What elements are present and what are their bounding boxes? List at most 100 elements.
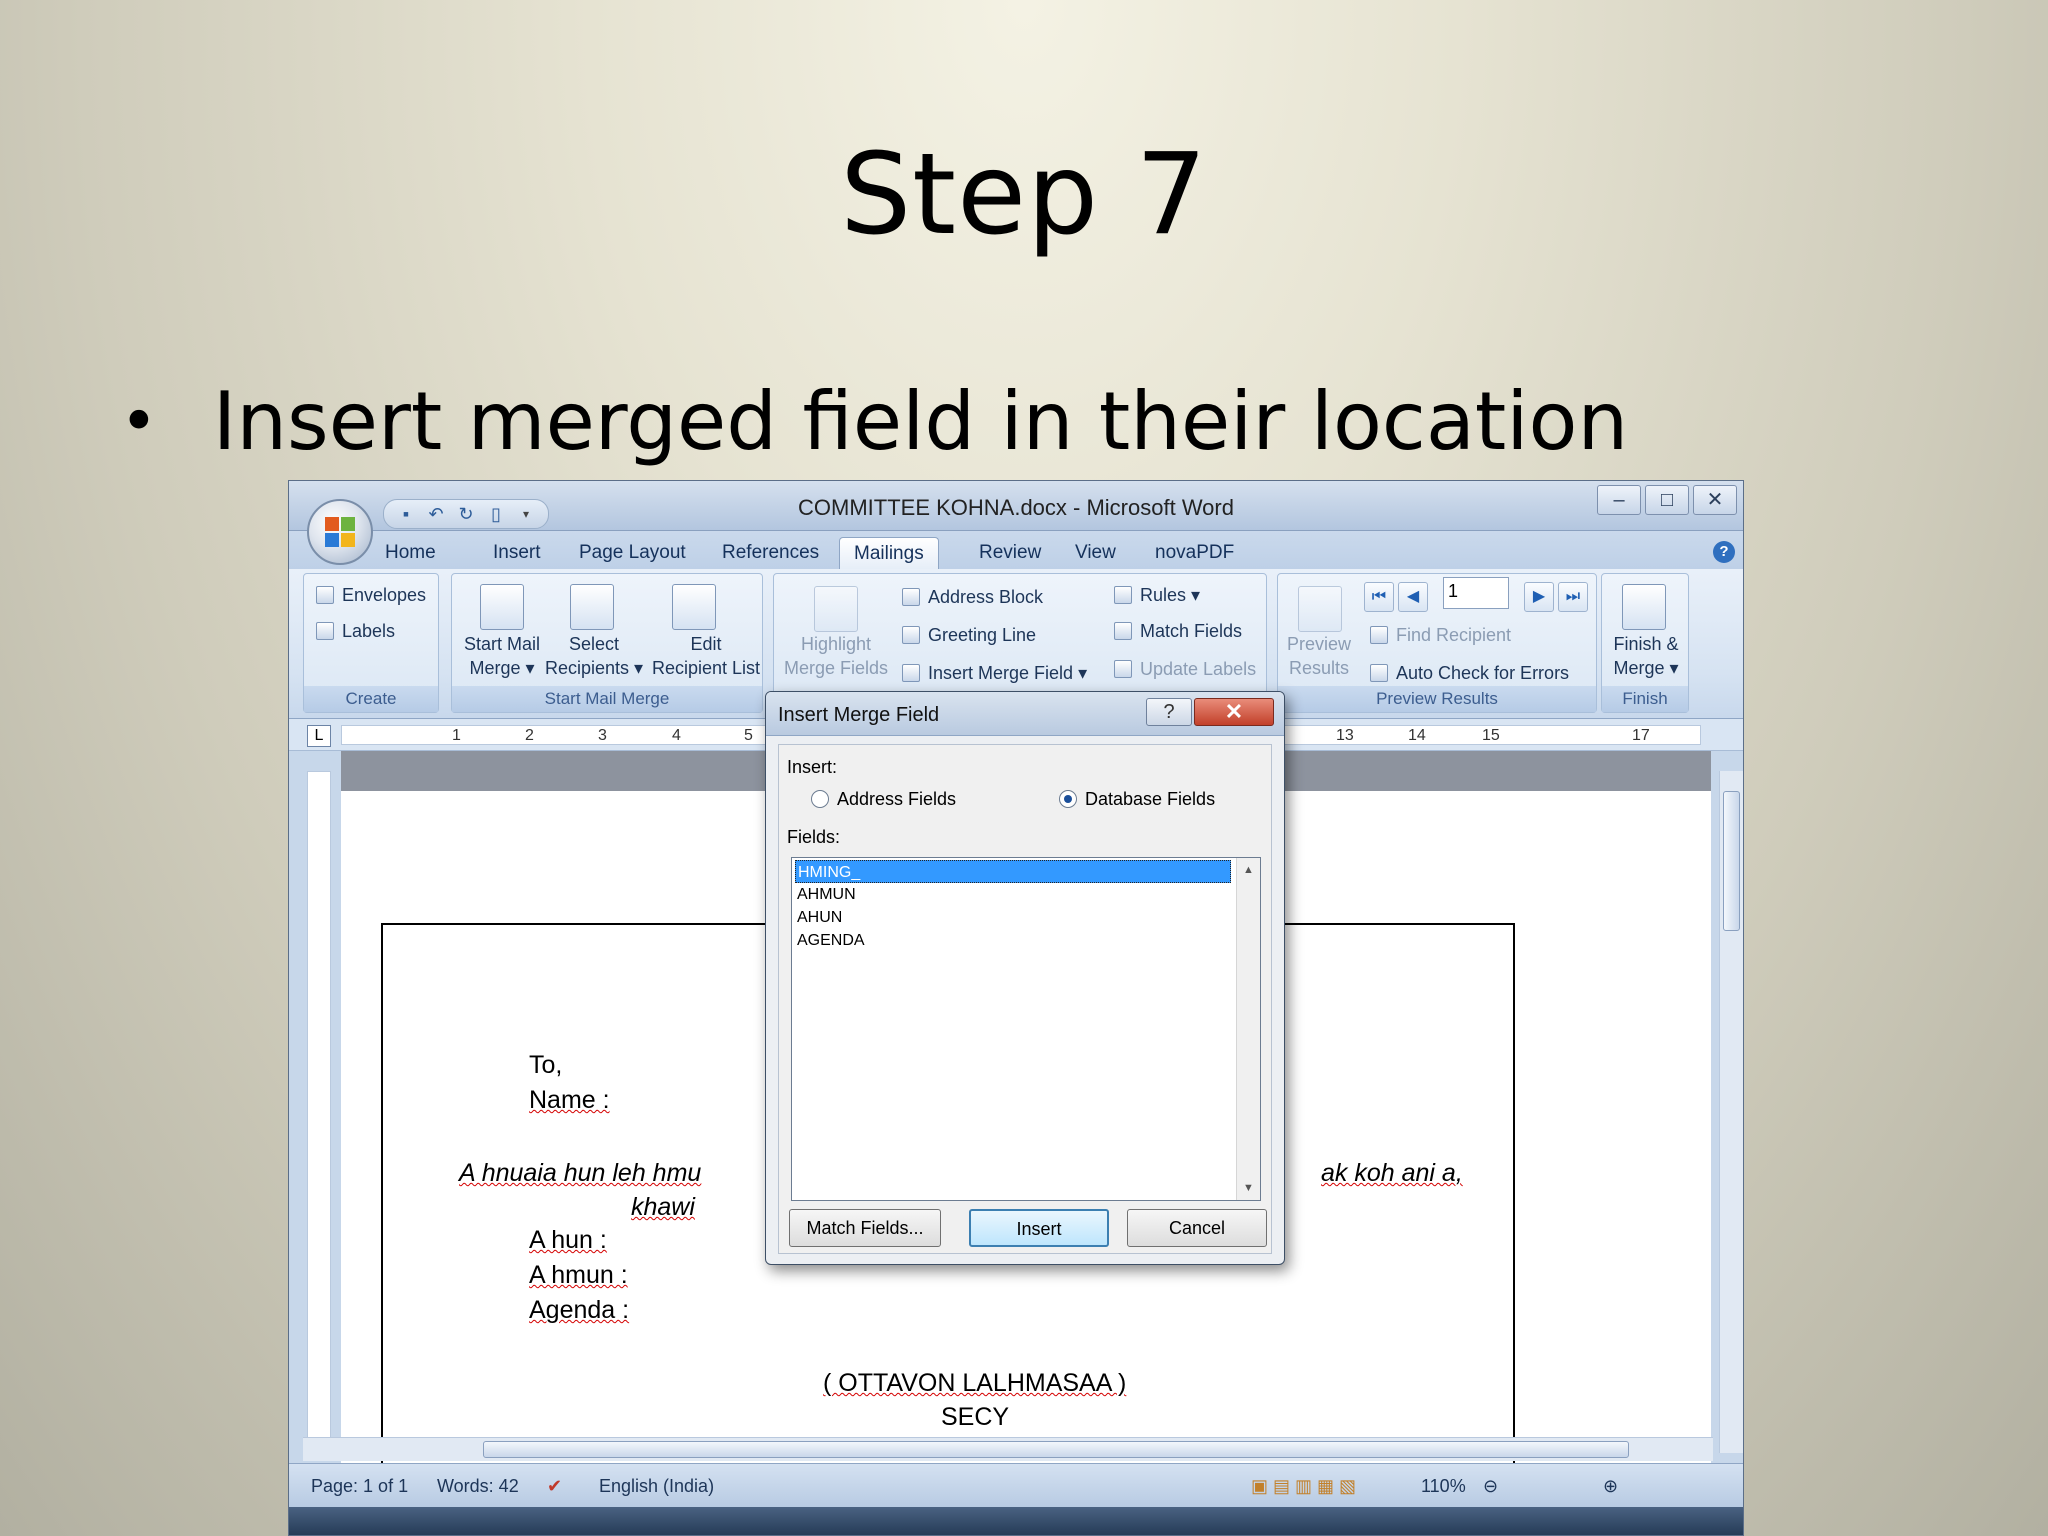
record-number-input[interactable]: 1 bbox=[1443, 577, 1509, 609]
finish-merge-icon bbox=[1622, 584, 1666, 630]
doc-ahun: A hun : bbox=[529, 1226, 607, 1254]
doc-secy: SECY bbox=[941, 1403, 1010, 1431]
next-record-icon[interactable]: ▶ bbox=[1524, 582, 1554, 612]
address-block-icon bbox=[902, 588, 920, 606]
tab-selector[interactable]: L bbox=[307, 725, 331, 747]
find-recipient-button[interactable]: Find Recipient bbox=[1370, 624, 1511, 646]
doc-to: To, bbox=[529, 1051, 563, 1079]
tab-insert[interactable]: Insert bbox=[479, 537, 555, 569]
field-item-ahun[interactable]: AHUN bbox=[795, 906, 1231, 929]
ribbon-tabs: Home Insert Page Layout References Maili… bbox=[289, 531, 1743, 569]
tab-review[interactable]: Review bbox=[965, 537, 1055, 569]
fields-listbox[interactable]: HMING_ AHMUN AHUN AGENDA ▲ ▼ bbox=[791, 857, 1261, 1201]
select-recipients-button[interactable]: Select Recipients ▾ bbox=[540, 632, 648, 680]
greeting-line-button[interactable]: Greeting Line bbox=[902, 624, 1036, 646]
start-mail-merge-button[interactable]: Start Mail Merge ▾ bbox=[452, 632, 552, 680]
field-item-ahmun[interactable]: AHMUN bbox=[795, 883, 1231, 906]
field-item-hming[interactable]: HMING_ bbox=[795, 860, 1231, 883]
tab-view[interactable]: View bbox=[1061, 537, 1130, 569]
new-document-icon[interactable]: ▯ bbox=[486, 504, 506, 524]
dialog-close-icon[interactable]: ✕ bbox=[1194, 698, 1274, 726]
scroll-up-icon[interactable]: ▲ bbox=[1243, 864, 1254, 876]
zoom-in-icon[interactable]: ⊕ bbox=[1603, 1476, 1618, 1497]
status-bar: Page: 1 of 1 Words: 42 ✔ English (India)… bbox=[289, 1463, 1743, 1507]
doc-agenda: Agenda : bbox=[529, 1296, 630, 1324]
tab-references[interactable]: References bbox=[708, 537, 833, 569]
group-create: Envelopes Labels Create bbox=[303, 573, 439, 713]
minimize-button[interactable]: – bbox=[1597, 485, 1641, 515]
undo-icon[interactable]: ↶ bbox=[426, 504, 446, 524]
redo-icon[interactable]: ↻ bbox=[456, 504, 476, 524]
status-words[interactable]: Words: 42 bbox=[437, 1476, 519, 1497]
tab-home[interactable]: Home bbox=[371, 537, 450, 569]
edit-recipient-list-icon bbox=[672, 584, 716, 630]
view-buttons-icon[interactable]: ▣ ▤ ▥ ▦ ▧ bbox=[1251, 1476, 1356, 1497]
status-language[interactable]: English (India) bbox=[599, 1476, 714, 1497]
radio-icon bbox=[811, 790, 829, 808]
dialog-title-bar: Insert Merge Field ? ✕ bbox=[766, 692, 1284, 736]
last-record-icon[interactable]: ⏭ bbox=[1558, 582, 1588, 612]
find-recipient-icon bbox=[1370, 626, 1388, 644]
insert-label: Insert: bbox=[787, 757, 838, 777]
doc-signature: ( OTTAVON LALHMASAA ) bbox=[823, 1369, 1127, 1397]
close-window-button[interactable]: ✕ bbox=[1693, 485, 1737, 515]
zoom-out-icon[interactable]: ⊖ bbox=[1483, 1476, 1498, 1497]
horizontal-scrollbar[interactable] bbox=[303, 1437, 1713, 1461]
auto-check-icon bbox=[1370, 664, 1388, 682]
list-scrollbar[interactable]: ▲ ▼ bbox=[1236, 858, 1260, 1200]
zoom-level[interactable]: 110% bbox=[1421, 1476, 1466, 1497]
fields-label: Fields: bbox=[787, 827, 841, 847]
match-fields-icon bbox=[1114, 622, 1132, 640]
doc-paragraph-right: ak koh ani a, bbox=[1321, 1159, 1463, 1187]
first-record-icon[interactable]: ⏮ bbox=[1364, 582, 1394, 612]
slide-bullet: • Insert merged field in their location bbox=[120, 375, 1628, 468]
insert-button[interactable]: Insert bbox=[969, 1209, 1109, 1247]
ruler-tick: 3 bbox=[598, 727, 607, 744]
rules-icon bbox=[1114, 586, 1132, 604]
envelopes-button[interactable]: Envelopes bbox=[316, 584, 426, 606]
match-fields-dialog-button[interactable]: Match Fields... bbox=[789, 1209, 941, 1247]
labels-button[interactable]: Labels bbox=[316, 620, 395, 642]
rules-button[interactable]: Rules ▾ bbox=[1114, 584, 1200, 606]
window-controls: – □ ✕ bbox=[1597, 485, 1737, 515]
previous-record-icon[interactable]: ◀ bbox=[1398, 582, 1428, 612]
update-labels-icon bbox=[1114, 660, 1132, 678]
maximize-button[interactable]: □ bbox=[1645, 485, 1689, 515]
proofing-icon[interactable]: ✔ bbox=[547, 1476, 562, 1497]
highlight-merge-fields-button[interactable]: Highlight Merge Fields bbox=[774, 632, 898, 680]
insert-merge-field-button[interactable]: Insert Merge Field ▾ bbox=[902, 662, 1087, 684]
vertical-scrollbar[interactable] bbox=[1719, 771, 1743, 1453]
office-logo-icon bbox=[325, 517, 357, 549]
address-block-button[interactable]: Address Block bbox=[902, 586, 1043, 608]
address-fields-radio[interactable]: Address Fields bbox=[811, 789, 956, 810]
tab-page-layout[interactable]: Page Layout bbox=[565, 537, 700, 569]
preview-results-button[interactable]: Preview Results bbox=[1278, 632, 1360, 680]
update-labels-button[interactable]: Update Labels bbox=[1114, 658, 1256, 680]
tab-mailings[interactable]: Mailings bbox=[839, 537, 939, 569]
edit-recipient-list-button[interactable]: Edit Recipient List bbox=[648, 632, 764, 680]
ruler-tick: 4 bbox=[672, 727, 681, 744]
field-item-agenda[interactable]: AGENDA bbox=[795, 929, 1231, 952]
tab-novapdf[interactable]: novaPDF bbox=[1141, 537, 1248, 569]
group-label-start-mail-merge: Start Mail Merge bbox=[452, 686, 762, 712]
taskbar bbox=[289, 1507, 1743, 1535]
vertical-scroll-thumb[interactable] bbox=[1723, 791, 1740, 931]
match-fields-button[interactable]: Match Fields bbox=[1114, 620, 1242, 642]
insert-merge-field-dialog: Insert Merge Field ? ✕ Insert: Address F… bbox=[765, 691, 1285, 1265]
cancel-button[interactable]: Cancel bbox=[1127, 1209, 1267, 1247]
horizontal-scroll-thumb[interactable] bbox=[483, 1441, 1629, 1458]
database-fields-radio[interactable]: Database Fields bbox=[1059, 789, 1215, 810]
auto-check-errors-button[interactable]: Auto Check for Errors bbox=[1370, 662, 1569, 684]
status-page[interactable]: Page: 1 of 1 bbox=[311, 1476, 408, 1497]
scroll-down-icon[interactable]: ▼ bbox=[1243, 1182, 1254, 1194]
title-bar: COMMITTEE KOHNA.docx - Microsoft Word ▪ … bbox=[289, 481, 1743, 531]
dialog-help-icon[interactable]: ? bbox=[1146, 698, 1192, 726]
save-icon[interactable]: ▪ bbox=[396, 504, 416, 524]
office-button[interactable] bbox=[307, 499, 373, 565]
finish-merge-button[interactable]: Finish & Merge ▾ bbox=[1602, 632, 1690, 680]
group-label-create: Create bbox=[304, 686, 438, 712]
word-window: COMMITTEE KOHNA.docx - Microsoft Word ▪ … bbox=[288, 480, 1744, 1536]
customize-toolbar-icon[interactable]: ▾ bbox=[516, 504, 536, 524]
help-icon[interactable]: ? bbox=[1713, 541, 1735, 563]
doc-paragraph-line2: khawi bbox=[631, 1193, 695, 1221]
